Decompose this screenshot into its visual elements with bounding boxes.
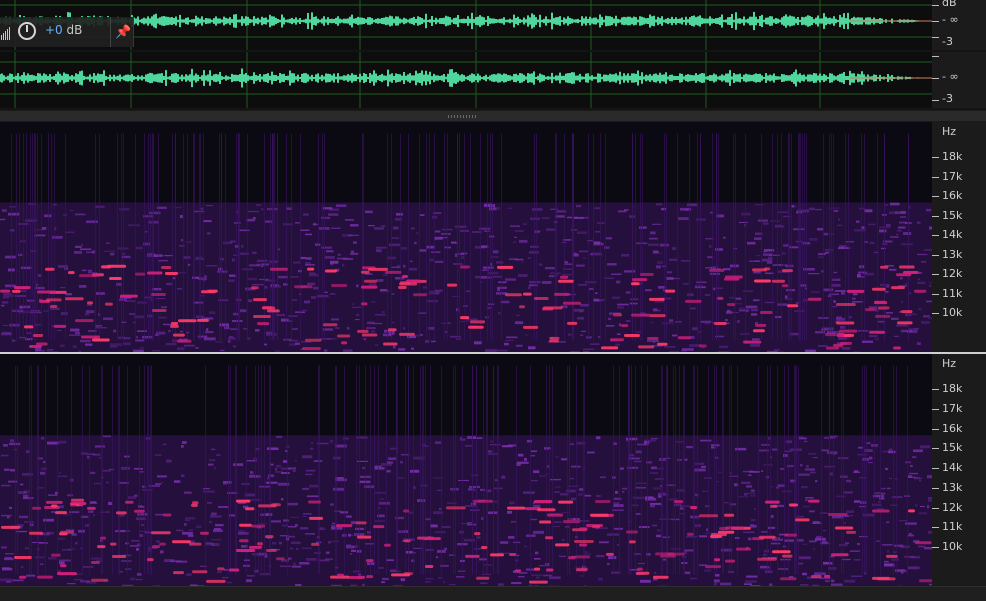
freq-tick: [932, 235, 939, 236]
panel-splitter[interactable]: [0, 110, 986, 122]
freq-tick: [932, 255, 939, 256]
amplitude-scale-1: dB - ∞ -3: [932, 0, 986, 50]
freq-tick: [932, 177, 939, 178]
waveform-display-2[interactable]: [0, 52, 932, 108]
freq-label: 17k: [942, 402, 962, 415]
waveform-channel-2[interactable]: [0, 52, 932, 108]
freq-label: 10k: [942, 540, 962, 553]
freq-label: 16k: [942, 422, 962, 435]
scale-tick: [932, 78, 939, 79]
freq-tick: [932, 547, 939, 548]
status-bar: [0, 586, 986, 601]
freq-tick: [932, 216, 939, 217]
spectrogram-display-1[interactable]: [0, 122, 932, 352]
freq-label: 16k: [942, 189, 962, 202]
freq-tick: [932, 429, 939, 430]
scale-tick: [932, 5, 939, 6]
freq-tick: [932, 157, 939, 158]
scale-tick: [932, 37, 939, 38]
channel-hud: +0 dB 📌: [0, 17, 134, 47]
freq-tick: [932, 508, 939, 509]
spectrogram-channel-2[interactable]: [0, 354, 932, 586]
power-knob-icon[interactable]: [18, 22, 36, 40]
freq-label: 17k: [942, 170, 962, 183]
scale-tick: [932, 21, 939, 22]
freq-label: 13k: [942, 481, 962, 494]
freq-tick: [932, 389, 939, 390]
freq-label: 18k: [942, 382, 962, 395]
frequency-scale-1: Hz 18k 17k 16k 15k 14k 13k 12k 11k 10k: [932, 122, 986, 352]
freq-tick: [932, 294, 939, 295]
scale-tick: [932, 100, 939, 101]
scale-tick: [932, 56, 939, 57]
freq-label: 10k: [942, 306, 962, 319]
hud-separator: [110, 17, 111, 47]
freq-label: 14k: [942, 461, 962, 474]
freq-label: 14k: [942, 228, 962, 241]
freq-tick: [932, 196, 939, 197]
freq-label: 15k: [942, 441, 962, 454]
freq-label: 13k: [942, 248, 962, 261]
freq-tick: [932, 448, 939, 449]
freq-unit-label: Hz: [942, 125, 956, 138]
frequency-scale-2: Hz 18k 17k 16k 15k 14k 13k 12k 11k 10k: [932, 354, 986, 586]
pin-icon[interactable]: 📌: [115, 26, 129, 40]
gain-readout[interactable]: +0 dB: [45, 23, 82, 37]
freq-tick: [932, 468, 939, 469]
splitter-grip-icon[interactable]: [448, 115, 478, 118]
waveform-channel-1[interactable]: [0, 0, 932, 50]
freq-tick: [932, 527, 939, 528]
freq-label: 11k: [942, 520, 962, 533]
scale-label-inf: - ∞: [942, 13, 959, 26]
freq-label: 15k: [942, 209, 962, 222]
spectrogram-channel-1[interactable]: [0, 122, 932, 352]
freq-tick: [932, 274, 939, 275]
freq-label: 18k: [942, 150, 962, 163]
freq-tick: [932, 409, 939, 410]
scale-label-minus3: -3: [942, 35, 953, 48]
amplitude-scale-2: - ∞ -3: [932, 52, 986, 108]
gain-unit: dB: [67, 23, 83, 37]
scale-label-minus3-2: -3: [942, 92, 953, 105]
freq-unit-label-2: Hz: [942, 357, 956, 370]
freq-label: 11k: [942, 287, 962, 300]
freq-tick: [932, 313, 939, 314]
freq-label: 12k: [942, 501, 962, 514]
level-meter-icon[interactable]: [1, 27, 11, 40]
scale-label-inf-2: - ∞: [942, 70, 959, 83]
gain-value: +0: [45, 23, 63, 37]
spectrogram-display-2[interactable]: [0, 354, 932, 586]
scale-unit-label: dB: [942, 0, 957, 9]
freq-tick: [932, 488, 939, 489]
waveform-display-1[interactable]: [0, 0, 932, 50]
freq-label: 12k: [942, 267, 962, 280]
